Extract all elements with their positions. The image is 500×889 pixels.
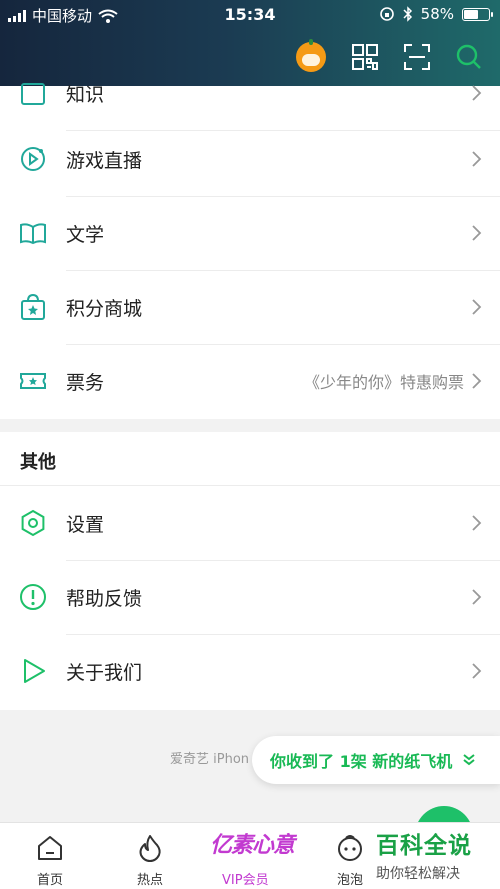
book-icon [20,223,46,245]
status-bar: 中国移动 15:34 58% [0,0,500,30]
section-title: 其他 [20,452,56,473]
menu-item-game-live[interactable]: 游戏直播 [0,122,500,196]
ticket-promo-text: 《少年的你》特惠购票 [303,373,464,392]
bubble-icon [338,835,362,861]
version-text: 爱奇艺 iPhon [170,752,250,767]
battery-percent: 58% [420,5,454,23]
menu-item-knowledge[interactable]: 知识 [0,56,500,130]
tab-home[interactable]: 首页 [10,823,90,889]
menu-item-label: 设置 [66,513,105,536]
vip-logo: 亿素心意 [210,832,295,858]
menu-item-label: 关于我们 [66,661,143,684]
ticket-icon [20,373,46,389]
menu-item-label: 帮助反馈 [66,587,143,610]
menu-item-settings[interactable]: 设置 [0,486,500,560]
knowledge-icon [21,83,45,105]
chevron-right-icon [472,85,482,101]
tab-label: VIP会员 [222,873,269,888]
menu-item-about[interactable]: 关于我们 [0,634,500,708]
points-mall-icon [21,293,45,320]
game-live-icon [21,147,45,171]
chevron-right-icon [472,663,482,679]
watermark-subtitle: 助你轻松解决 [376,866,460,882]
double-chevron-down-icon [463,754,475,766]
chevron-right-icon [472,299,482,315]
bluetooth-icon [403,6,412,22]
menu-item-label: 票务 [66,371,105,394]
toast-text: 你收到了 1架 新的纸飞机 [270,752,453,771]
battery-icon [462,7,493,21]
rotation-lock-icon [379,7,394,21]
tab-hot[interactable]: 热点 [110,823,190,889]
tab-label: 首页 [36,873,63,888]
settings-icon [21,509,45,537]
tab-label: 热点 [136,873,163,888]
chevron-right-icon [472,589,482,605]
paper-plane-toast[interactable]: 你收到了 1架 新的纸飞机 [252,736,500,784]
about-icon [24,659,45,683]
watermark: 百科全说 助你轻松解决 [376,826,500,883]
menu-item-label: 知识 [66,83,105,106]
home-icon [38,836,62,860]
other-card: 其他 设置 帮助反馈 关于我们 [0,432,500,710]
menu-item-literature[interactable]: 文学 [0,196,500,270]
watermark-title: 百科全说 [376,833,472,859]
menu-item-label: 文学 [66,223,105,246]
chevron-right-icon [472,151,482,167]
menu-item-tickets[interactable]: 票务 《少年的你》特惠购票 [0,344,500,418]
chevron-right-icon [472,373,482,389]
flame-icon [139,835,161,862]
help-icon [20,584,46,610]
menu-item-help[interactable]: 帮助反馈 [0,560,500,634]
menu-item-points-mall[interactable]: 积分商城 [0,270,500,344]
menu-card: 知识 游戏直播 文学 积分商城 票务 《少年的你》特惠购票 [0,83,500,419]
menu-item-label: 积分商城 [66,297,143,320]
chevron-right-icon [472,515,482,531]
menu-item-label: 游戏直播 [66,149,143,172]
chevron-right-icon [472,225,482,241]
